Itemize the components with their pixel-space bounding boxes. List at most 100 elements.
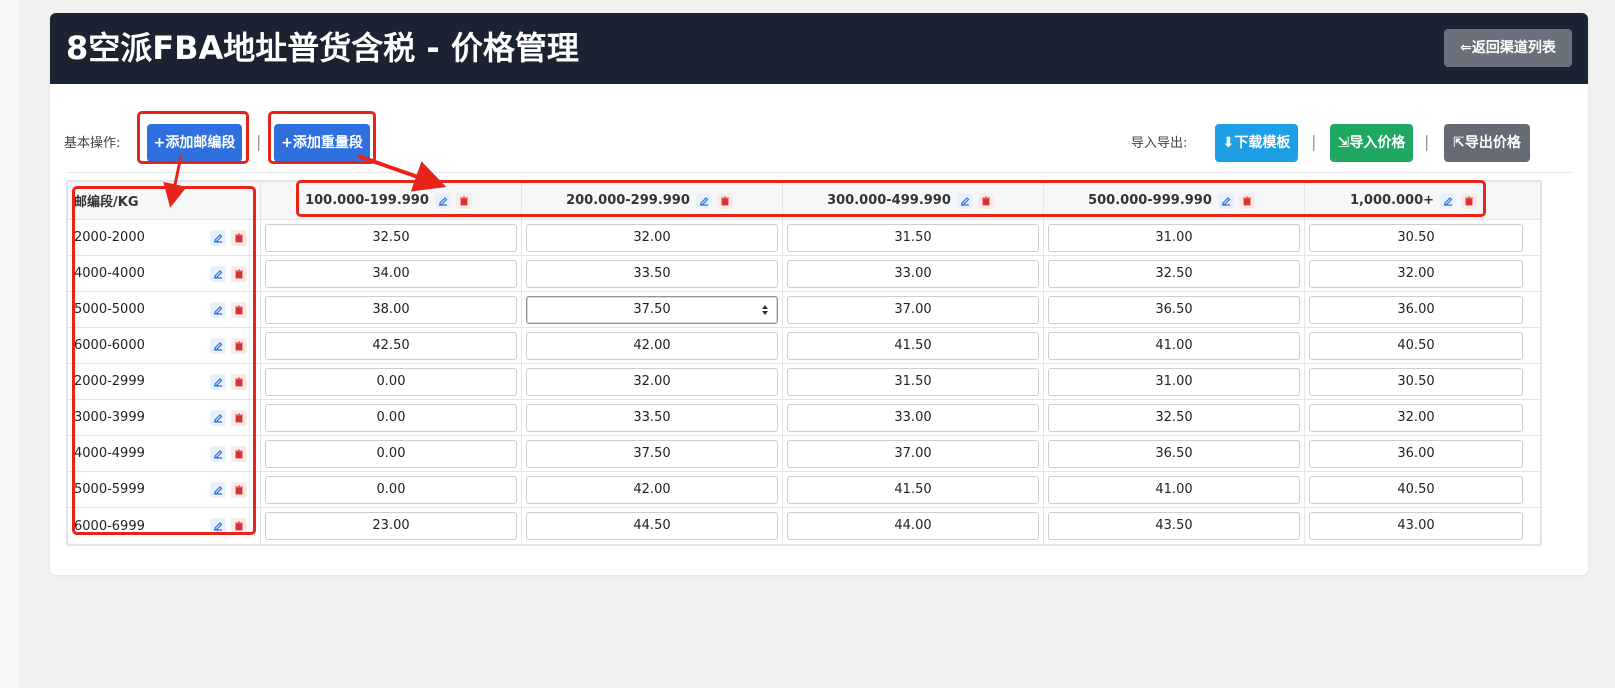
download-template-button[interactable]: ⬇下载模板: [1215, 124, 1298, 162]
price-input[interactable]: 41.00: [1048, 331, 1300, 360]
page-header: 8空派FBA地址普货含税 - 价格管理 ⇐返回渠道列表: [50, 13, 1588, 84]
back-to-channel-list-button[interactable]: ⇐返回渠道列表: [1444, 29, 1572, 67]
price-cell: 23.00: [261, 508, 522, 544]
price-input[interactable]: 33.00: [787, 403, 1039, 432]
price-input[interactable]: 44.50: [526, 512, 778, 540]
spinner-icon[interactable]: [761, 304, 769, 316]
price-cell: 0.00: [261, 364, 522, 399]
table-row: 4000-4999 0.00 37.50 37.00 36.50 36.00: [68, 436, 1540, 472]
price-input[interactable]: 37.50: [526, 295, 778, 324]
price-value: 31.00: [1155, 229, 1193, 245]
price-input[interactable]: 43.50: [1048, 512, 1300, 540]
price-cell: 30.50: [1305, 364, 1527, 399]
price-cell: 34.00: [261, 256, 522, 291]
price-input[interactable]: 37.00: [787, 439, 1039, 468]
price-input[interactable]: 44.00: [787, 512, 1039, 540]
price-table: 邮编段/KG 100.000-199.990 200.000-299.990 3…: [66, 180, 1542, 546]
price-value: 41.50: [894, 337, 932, 353]
price-cell: 32.50: [1044, 400, 1305, 435]
price-value: 32.00: [633, 229, 671, 245]
price-cell: 44.50: [522, 508, 783, 544]
price-input[interactable]: 36.00: [1309, 295, 1523, 324]
price-input[interactable]: 31.00: [1048, 223, 1300, 252]
price-input[interactable]: 31.50: [787, 223, 1039, 252]
download-template-label: 下载模板: [1234, 135, 1291, 151]
price-input[interactable]: 32.00: [526, 223, 778, 252]
price-input[interactable]: 42.00: [526, 475, 778, 504]
price-input[interactable]: 33.50: [526, 259, 778, 288]
price-value: 41.00: [1155, 481, 1193, 497]
price-cell: 41.50: [783, 472, 1044, 507]
price-input[interactable]: 37.50: [526, 439, 778, 468]
price-value: 36.00: [1397, 445, 1435, 461]
price-input[interactable]: 33.50: [526, 403, 778, 432]
price-input[interactable]: 0.00: [265, 439, 517, 468]
toolbar-divider: [66, 172, 1572, 173]
price-input[interactable]: 33.00: [787, 259, 1039, 288]
price-cell: 32.00: [522, 220, 783, 255]
price-value: 32.00: [633, 373, 671, 389]
price-input[interactable]: 43.00: [1309, 512, 1523, 540]
price-value: 32.50: [372, 229, 410, 245]
price-input[interactable]: 30.50: [1309, 223, 1523, 252]
price-value: 32.50: [1155, 409, 1193, 425]
price-value: 37.00: [894, 445, 932, 461]
price-input[interactable]: 34.00: [265, 259, 517, 288]
price-input[interactable]: 32.50: [265, 223, 517, 252]
price-cell: 33.00: [783, 256, 1044, 291]
price-value: 32.00: [1397, 409, 1435, 425]
toolbar-separator: |: [1424, 132, 1430, 151]
price-cell: 31.00: [1044, 364, 1305, 399]
price-input[interactable]: 36.50: [1048, 439, 1300, 468]
price-cell: 44.00: [783, 508, 1044, 544]
price-input[interactable]: 41.50: [787, 475, 1039, 504]
price-value: 40.50: [1397, 481, 1435, 497]
price-input[interactable]: 36.00: [1309, 439, 1523, 468]
price-input[interactable]: 31.50: [787, 367, 1039, 396]
price-input[interactable]: 32.50: [1048, 403, 1300, 432]
price-input[interactable]: 31.00: [1048, 367, 1300, 396]
price-input[interactable]: 40.50: [1309, 475, 1523, 504]
price-input[interactable]: 42.00: [526, 331, 778, 360]
export-prices-button[interactable]: ⇱导出价格: [1444, 124, 1530, 162]
price-cell: 41.50: [783, 328, 1044, 363]
page-title: 8空派FBA地址普货含税 - 价格管理: [66, 29, 579, 67]
price-input[interactable]: 30.50: [1309, 367, 1523, 396]
toolbar-separator: |: [256, 132, 262, 151]
import-export-label: 导入导出:: [1131, 136, 1188, 151]
price-input[interactable]: 41.50: [787, 331, 1039, 360]
price-value: 37.50: [633, 445, 671, 461]
price-input[interactable]: 0.00: [265, 403, 517, 432]
import-prices-button[interactable]: ⇲导入价格: [1330, 124, 1413, 162]
price-input[interactable]: 36.50: [1048, 295, 1300, 324]
price-input[interactable]: 37.00: [787, 295, 1039, 324]
price-input[interactable]: 32.00: [1309, 259, 1523, 288]
price-input[interactable]: 40.50: [1309, 331, 1523, 360]
price-input[interactable]: 0.00: [265, 475, 517, 504]
price-input[interactable]: 32.00: [1309, 403, 1523, 432]
price-input[interactable]: 32.00: [526, 367, 778, 396]
table-row: 5000-5000 38.00 37.50 37.00 36.50 36.00: [68, 292, 1540, 328]
annotation-box-zip-column: [72, 186, 256, 535]
price-input[interactable]: 41.00: [1048, 475, 1300, 504]
price-cell: 0.00: [261, 472, 522, 507]
download-icon: ⬇: [1222, 135, 1235, 151]
price-input[interactable]: 0.00: [265, 367, 517, 396]
price-cell: 0.00: [261, 436, 522, 471]
price-value: 41.00: [1155, 337, 1193, 353]
price-cell: 33.00: [783, 400, 1044, 435]
price-cell: 30.50: [1305, 220, 1527, 255]
price-input[interactable]: 32.50: [1048, 259, 1300, 288]
price-input[interactable]: 38.00: [265, 295, 517, 324]
price-input[interactable]: 23.00: [265, 512, 517, 540]
price-value: 36.50: [1155, 301, 1193, 317]
import-prices-label: 导入价格: [1349, 135, 1406, 151]
price-cell: 43.50: [1044, 508, 1305, 544]
price-value: 33.50: [633, 409, 671, 425]
price-value: 42.00: [633, 481, 671, 497]
toolbar-separator: |: [1311, 132, 1317, 151]
price-input[interactable]: 42.50: [265, 331, 517, 360]
price-cell: 41.00: [1044, 328, 1305, 363]
price-value: 33.00: [894, 409, 932, 425]
price-cell: 37.50: [522, 292, 783, 327]
